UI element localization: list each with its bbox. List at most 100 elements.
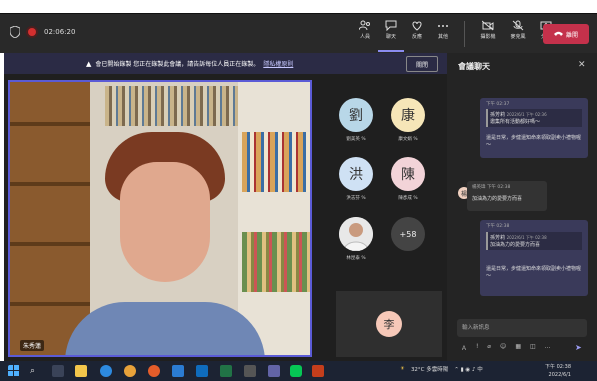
excel-icon[interactable] — [220, 365, 232, 377]
task-view-icon[interactable] — [52, 365, 64, 377]
shelf-board — [10, 122, 90, 126]
system-tray: ☀ 32°C 多雲時陽 ⌃ ▮ ◉ ♪ 中 — [400, 365, 483, 373]
message-time: 下午 02:38 — [486, 224, 510, 229]
mic-button[interactable]: 麥克風 — [503, 18, 533, 50]
more-participants-button[interactable]: +58 — [391, 217, 425, 251]
quote-time: 2022/6/1 下午 02:38 — [506, 235, 547, 240]
main-video[interactable]: 朱秀蓮 — [8, 80, 312, 357]
chat-message: 下午 02:38 孫芳莉 2022/6/1 下午 02:38 加油為力的愛要方而… — [480, 220, 588, 296]
control-group: 人員 聊天 反應 其他 攝影機 麥克風 — [352, 18, 559, 52]
banner-close-button[interactable]: 關閉 — [406, 56, 438, 72]
leave-button[interactable]: 離開 — [543, 24, 589, 44]
sticker-icon[interactable]: ◫ — [530, 343, 536, 352]
recording-banner: ▲ 會已開始錄製 您正在錄製此會議，請告訴每位人員正在錄製。 隱私權原則 關閉 — [4, 53, 447, 74]
participant-avatar[interactable]: 康 — [391, 98, 425, 132]
message-time: 下午 02:38 — [486, 185, 511, 190]
file-explorer-icon[interactable] — [75, 365, 87, 377]
chat-title: 會議聊天 — [458, 62, 490, 71]
privacy-link[interactable]: 隱私權原則 — [263, 59, 293, 68]
line-icon[interactable] — [290, 365, 302, 377]
camera-button[interactable]: 攝影機 — [473, 18, 503, 50]
people-button[interactable]: 人員 — [352, 18, 378, 50]
message-sender: 楊英瑋 下午 02:38 — [472, 184, 510, 190]
weather-icon: ☀ — [400, 366, 405, 372]
quoted-message: 孫芳莉 2022/6/1 下午 02:38 加油為力的愛要方而喜 — [486, 232, 582, 250]
firefox-icon[interactable] — [148, 365, 160, 377]
shield-icon — [10, 26, 20, 38]
windows-taskbar: ⌕ ☀ 32°C 多雲時陽 ⌃ ▮ ◉ ♪ 中 下午 02:38 2022/6/… — [0, 361, 597, 381]
quoted-message: 孫芳莉 2022/6/1 下午 02:36 邀集所有活動都好嗎～ — [486, 109, 582, 127]
books-right-upper — [242, 132, 310, 192]
participant-name: 康文娟 % — [398, 137, 418, 142]
teams-icon[interactable] — [268, 365, 280, 377]
attach-icon[interactable]: ⌀ — [487, 343, 491, 352]
tray-icons[interactable]: ⌃ ▮ ◉ ♪ 中 — [454, 365, 482, 373]
phone-icon — [553, 31, 563, 36]
more-button[interactable]: 其他 — [430, 18, 456, 50]
meeting-timer: 02:06:20 — [44, 28, 76, 36]
quote-text: 加油為力的愛要方而喜 — [490, 242, 541, 248]
clock-date: 2022/6/1 — [548, 372, 571, 378]
participant-photo[interactable] — [339, 217, 373, 251]
taskbar-clock[interactable]: 下午 02:38 2022/6/1 — [545, 363, 571, 379]
word-icon[interactable] — [172, 365, 184, 377]
chrome-icon[interactable] — [124, 365, 136, 377]
meeting-status: 02:06:20 — [10, 26, 75, 38]
format-icon[interactable]: Ａ — [461, 343, 467, 352]
chat-message: 下午 02:37 孫芳莉 2022/6/1 下午 02:36 邀集所有活動都好嗎… — [480, 98, 588, 158]
weather-text[interactable]: 32°C 多雲時陽 — [411, 365, 448, 373]
more-icon — [438, 25, 448, 27]
screen: 02:06:20 人員 聊天 反應 其他 攝影機 麥克風 離開 ▲ 會已開始錄製… — [0, 0, 597, 381]
people-icon — [359, 20, 370, 31]
clock-time: 下午 02:38 — [545, 364, 571, 370]
quote-time: 2022/6/1 下午 02:36 — [506, 112, 547, 117]
bookshelf-right — [238, 82, 310, 355]
person-shirt — [65, 302, 265, 355]
participant-avatar[interactable]: 劉 — [339, 98, 373, 132]
recording-icon — [28, 28, 36, 36]
react-button[interactable]: 反應 — [404, 18, 430, 50]
shelf-board — [10, 182, 90, 186]
bookshelf-left — [10, 82, 90, 355]
participant-name: 林昆泰 % — [346, 256, 366, 261]
sender-name: 楊英瑋 — [472, 185, 486, 190]
participant-avatar: 李 — [376, 311, 402, 337]
top-strip — [0, 0, 597, 14]
message-text: 還是日常，步健還知命來領取副卖小禮物喔～ — [486, 135, 582, 148]
quote-name: 孫芳莉 — [490, 235, 506, 241]
message-text: 加油為力的愛要方而喜 — [472, 196, 523, 202]
participant-name: 洪志芬 % — [346, 196, 366, 201]
shelf-board — [10, 302, 90, 306]
chat-icon — [385, 20, 397, 31]
participant-avatar[interactable]: 陳 — [391, 157, 425, 191]
chat-message: 楊英瑋 下午 02:38 加油為力的愛要方而喜 — [467, 181, 547, 211]
react-icon — [412, 21, 422, 31]
chat-button[interactable]: 聊天 — [378, 18, 404, 52]
edge-icon[interactable] — [100, 365, 112, 377]
gif-icon[interactable]: ▦ — [515, 343, 521, 352]
powerpoint-icon[interactable] — [312, 365, 324, 377]
emoji-icon[interactable]: ☺ — [500, 343, 506, 352]
chat-input[interactable]: 輸入新訊息 — [457, 319, 587, 337]
more-icon[interactable]: … — [545, 343, 551, 352]
person-face — [120, 162, 210, 282]
books-right-lower — [242, 232, 310, 292]
urgent-icon[interactable]: ! — [476, 343, 478, 352]
outlook-icon[interactable] — [196, 365, 208, 377]
app-icon[interactable] — [244, 365, 256, 377]
send-icon[interactable]: ➤ — [575, 343, 582, 352]
message-time: 下午 02:37 — [486, 102, 510, 107]
meeting-toolbar: 02:06:20 人員 聊天 反應 其他 攝影機 麥克風 離開 — [0, 14, 597, 53]
banner-text: 會已開始錄製 您正在錄製此會議，請告訴每位人員正在錄製。 — [95, 61, 260, 68]
quote-name: 孫芳莉 — [490, 112, 506, 118]
camera-icon — [482, 20, 494, 31]
search-icon[interactable]: ⌕ — [30, 365, 42, 377]
participant-name: 劉美英 % — [346, 137, 366, 142]
participant-name: 陳彥成 % — [398, 196, 418, 201]
windows-start-icon[interactable] — [8, 365, 20, 377]
person-photo-icon — [339, 217, 373, 251]
close-icon[interactable]: ✕ — [578, 60, 586, 70]
person-head — [105, 132, 225, 302]
compose-toolbar: Ａ ! ⌀ ☺ ▦ ◫ … — [461, 343, 551, 352]
participant-avatar[interactable]: 洪 — [339, 157, 373, 191]
